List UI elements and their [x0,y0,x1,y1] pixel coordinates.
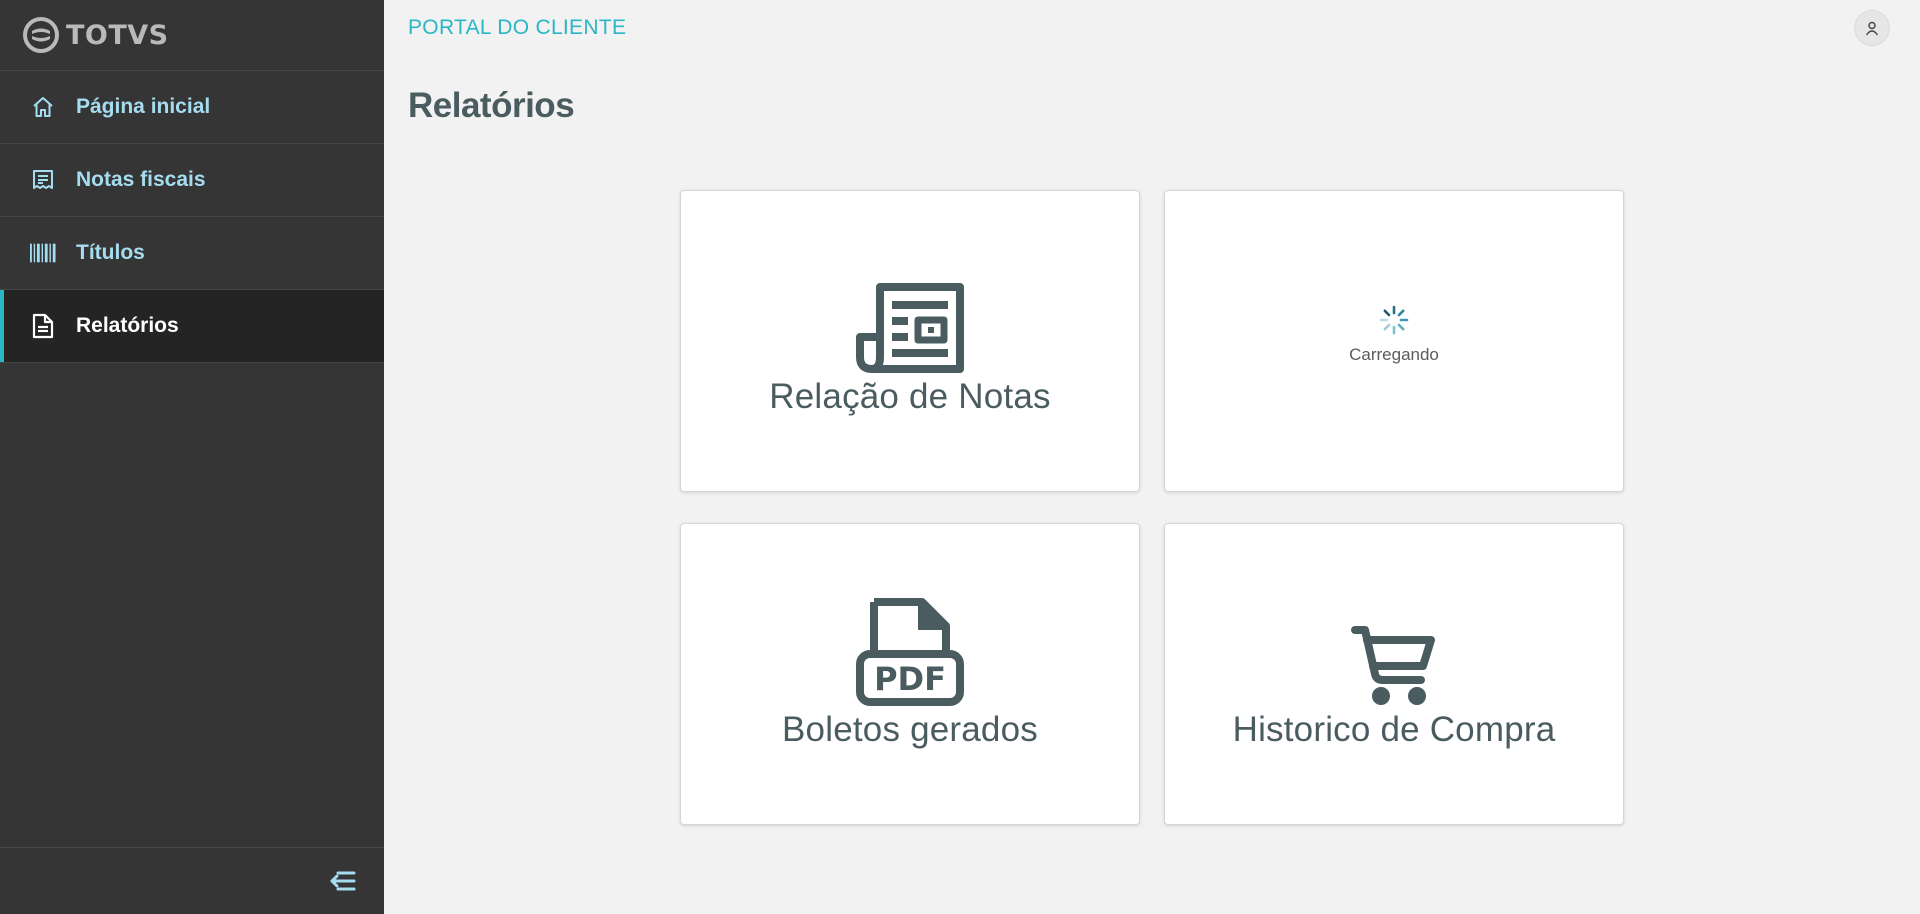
home-icon [30,94,56,120]
newspaper-icon [856,265,964,373]
main-content: PORTAL DO CLIENTE Relatórios Relação de … [384,0,1920,914]
report-card-relacao-de-notas[interactable]: Relação de Notas [680,190,1140,492]
brand-logo[interactable]: TOTVS [0,0,384,71]
sidebar-footer [0,847,384,914]
user-menu-button[interactable] [1854,10,1890,46]
sidebar-item-titulos[interactable]: Títulos [0,217,384,290]
card-label: Relação de Notas [769,377,1051,416]
sidebar-item-label: Página inicial [76,95,211,118]
report-card-boletos-gerados[interactable]: PDF Boletos gerados [680,523,1140,825]
document-icon [30,313,56,339]
report-card-loading[interactable]: Carregando [1164,190,1624,492]
svg-text:PDF: PDF [874,660,946,698]
sidebar-item-relatorios[interactable]: Relatórios [0,290,384,363]
card-label: Historico de Compra [1232,710,1556,749]
app: TOTVS Página inicial Notas fiscais Títul… [0,0,1920,914]
user-icon [1865,21,1879,36]
sidebar-item-label: Títulos [76,241,145,264]
page-title: Relatórios [408,86,575,125]
shopping-cart-icon [1351,598,1437,706]
sidebar-item-pagina-inicial[interactable]: Página inicial [0,71,384,144]
receipt-icon [30,167,56,193]
report-card-historico-de-compra[interactable]: Historico de Compra [1164,523,1624,825]
loading-indicator: Carregando [1349,305,1439,365]
loading-label: Carregando [1349,345,1439,364]
barcode-icon [30,240,56,266]
sidebar: TOTVS Página inicial Notas fiscais Títul… [0,0,384,914]
sidebar-item-notas-fiscais[interactable]: Notas fiscais [0,144,384,217]
card-label: Boletos gerados [782,710,1038,749]
sidebar-item-label: Notas fiscais [76,168,206,191]
totvs-logo-icon [23,17,59,53]
collapse-menu-icon[interactable] [328,869,356,893]
logo-text: TOTVS [66,19,169,51]
portal-title[interactable]: PORTAL DO CLIENTE [408,16,626,40]
pdf-file-icon: PDF [856,598,964,706]
spinner-icon [1379,305,1409,335]
sidebar-item-label: Relatórios [76,314,179,337]
